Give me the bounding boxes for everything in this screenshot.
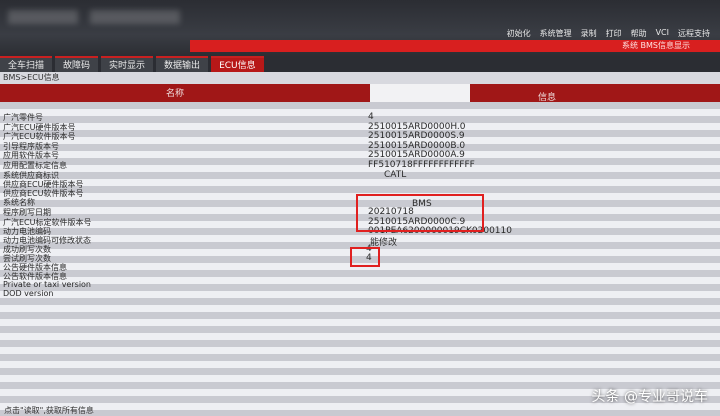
watermark: 头条 @专业哥说车 xyxy=(591,389,708,405)
title-strip-text: 系统 BMS信息显示 xyxy=(621,41,690,50)
tab-data-output[interactable]: 数据输出 xyxy=(156,56,209,72)
row-name: Private or taxi version xyxy=(3,280,91,289)
menu-init[interactable]: 初始化 xyxy=(507,28,531,39)
top-menu: 初始化 系统管理 录制 打印 帮助 VCI 远程支持 xyxy=(507,28,710,39)
table-row[interactable]: 公告软件版本信息 xyxy=(0,271,720,281)
tab-ecu-info[interactable]: ECU信息 xyxy=(211,56,264,72)
table-row[interactable]: DOD version xyxy=(0,289,720,298)
table-row[interactable]: 广汽ECU软件版本号 2510015ARD0000S.9 xyxy=(0,131,720,141)
header-name: 名称 xyxy=(166,89,185,99)
table-row[interactable]: 应用配置标定信息 FF510718FFFFFFFFFFFF xyxy=(0,160,720,170)
row-value: 4 xyxy=(368,112,374,122)
breadcrumb: BMS>ECU信息 xyxy=(0,72,720,84)
menu-remote[interactable]: 远程支持 xyxy=(678,28,710,39)
highlight-box-count xyxy=(350,247,380,267)
table-row[interactable]: 广汽ECU硬件版本号 2510015ARD0000H.0 xyxy=(0,122,720,132)
table-row[interactable]: 应用软件版本号 2510015ARD0000A.9 xyxy=(0,150,720,160)
row-value: 2510015ARD0000A.9 xyxy=(368,150,465,160)
title-strip: 系统 BMS信息显示 xyxy=(190,40,720,52)
row-value: 2510015ARD0000S.9 xyxy=(368,131,465,141)
table-row[interactable]: 供应商ECU硬件版本号 xyxy=(0,179,720,189)
highlight-box-bms xyxy=(356,194,484,232)
table-row[interactable]: 系统供应商标识 CATL xyxy=(0,170,720,180)
row-value: FF510718FFFFFFFFFFFF xyxy=(368,160,475,170)
menu-record[interactable]: 录制 xyxy=(581,28,597,39)
table-row[interactable]: 广汽零件号 4 xyxy=(0,112,720,122)
top-bar: 初始化 系统管理 录制 打印 帮助 VCI 远程支持 系统 BMS信息显示 xyxy=(0,0,720,58)
tab-fault-codes[interactable]: 故障码 xyxy=(55,56,99,72)
table-row[interactable]: Private or taxi version xyxy=(0,280,720,289)
menu-print[interactable]: 打印 xyxy=(606,28,622,39)
menu-vci[interactable]: VCI xyxy=(656,28,669,39)
tab-live-data[interactable]: 实时显示 xyxy=(101,56,154,72)
table-header: 名称 信息 xyxy=(0,84,720,108)
row-name: DOD version xyxy=(3,289,54,298)
table-row[interactable]: 引导程序版本号 2510015ARD0000B.0 xyxy=(0,141,720,151)
menu-system[interactable]: 系统管理 xyxy=(540,28,572,39)
menu-help[interactable]: 帮助 xyxy=(631,28,647,39)
tab-full-scan[interactable]: 全车扫描 xyxy=(0,56,53,72)
function-tabs: 全车扫描 故障码 实时显示 数据输出 ECU信息 xyxy=(0,56,720,72)
table-row[interactable]: 动力电池编码可修改状态 能修改 xyxy=(0,235,720,248)
status-footer: 点击"读取",获取所有信息 xyxy=(4,406,94,415)
